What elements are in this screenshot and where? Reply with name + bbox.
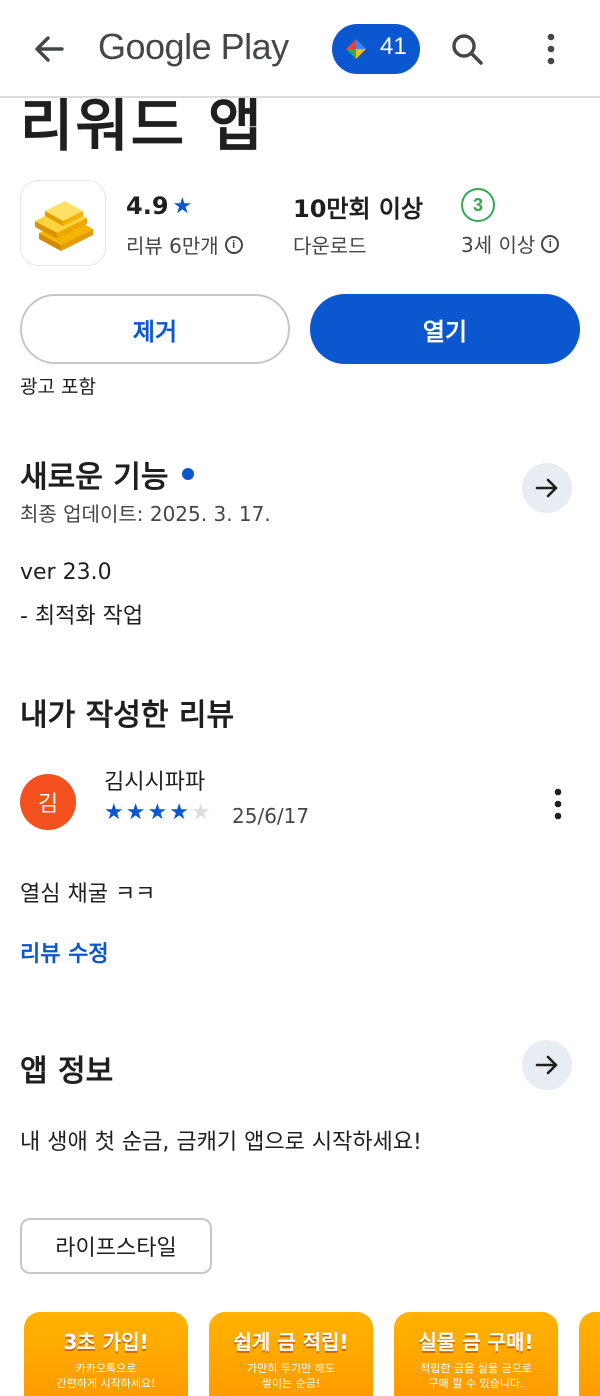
downloads-stat: 10만회 이상 다운로드 — [293, 190, 423, 259]
downloads-label: 다운로드 — [293, 234, 367, 258]
screenshot-card[interactable]: 쉽게 금 적립! 가만히 두기만 해도 쌓이는 순금! — [209, 1312, 373, 1396]
new-indicator-dot — [182, 468, 195, 480]
screenshot-subtitle: 카카오톡으로 간편하게 시작하세요! — [56, 1362, 156, 1390]
screenshot-card[interactable]: 3초 가입! 카카오톡으로 간편하게 시작하세요! — [24, 1312, 188, 1396]
empty-star-icon: ★ — [190, 800, 211, 825]
screenshot-subtitle: 가만히 두기만 해도 쌓이는 순금! — [247, 1362, 335, 1390]
reviewer-name: 김시시파파 — [104, 770, 206, 795]
info-icon[interactable]: i — [541, 234, 560, 253]
screenshot-title: 쉽게 금 적립! — [233, 1330, 349, 1354]
my-review-heading: 내가 작성한 리뷰 — [20, 698, 235, 733]
release-notes: - 최적화 작업 — [20, 604, 144, 629]
app-icon — [20, 180, 106, 266]
store-title: Google Play — [98, 26, 289, 67]
reviews-count: 리뷰 6만개 — [126, 234, 219, 258]
screenshot-subtitle: 적립한 금을 실물 금으로 구매 할 수 있습니다. — [420, 1362, 532, 1390]
age-rating-badge: 3 — [461, 188, 495, 222]
age-rating-stat[interactable]: 3 3세 이상 i — [461, 188, 560, 258]
screenshot-card[interactable]: 실물 금 구매! 적립한 금을 실물 금으로 구매 할 수 있습니다. — [394, 1312, 558, 1396]
play-points-button[interactable]: 41 — [332, 24, 420, 74]
star-icon: ★ — [125, 800, 146, 825]
edit-review-link[interactable]: 리뷰 수정 — [20, 936, 109, 968]
uninstall-button[interactable]: 제거 — [20, 294, 290, 364]
review-date: 25/6/17 — [232, 804, 310, 828]
screenshot-card-partial[interactable] — [579, 1312, 600, 1396]
open-button[interactable]: 열기 — [310, 294, 580, 364]
star-icon: ★ — [147, 800, 168, 825]
search-icon[interactable] — [448, 30, 488, 70]
star-icon: ★ — [104, 800, 124, 825]
age-rating-label: 3세 이상 — [461, 233, 536, 257]
screenshot-title: 3초 가입! — [63, 1330, 149, 1354]
whats-new-title: 새로운 기능 — [20, 460, 169, 495]
rating-value: 4.9 — [126, 192, 169, 220]
play-points-icon — [346, 39, 366, 59]
about-app-arrow-icon[interactable] — [522, 1040, 572, 1090]
whats-new-arrow-icon[interactable] — [522, 463, 572, 513]
contains-ads-note: 광고 포함 — [20, 376, 96, 398]
last-updated: 최종 업데이트: 2025. 3. 17. — [20, 502, 271, 526]
review-star-rating: ★ ★ ★ ★ ★ — [104, 800, 211, 826]
avatar: 김 — [20, 774, 76, 830]
more-options-icon[interactable] — [536, 28, 566, 72]
rating-stat[interactable]: 4.9 ★ 리뷰 6만개 i — [126, 190, 243, 259]
screenshot-title: 실물 금 구매! — [418, 1330, 534, 1354]
review-text: 열심 채굴 ㅋㅋ — [20, 882, 156, 907]
app-description: 내 생애 첫 순금, 금캐기 앱으로 시작하세요! — [20, 1130, 422, 1155]
version-text: ver 23.0 — [20, 560, 112, 585]
star-icon: ★ — [172, 193, 193, 219]
about-app-heading[interactable]: 앱 정보 — [20, 1046, 113, 1090]
review-more-options-icon[interactable] — [544, 784, 572, 824]
downloads-value: 10만회 이상 — [293, 194, 424, 223]
whats-new-heading[interactable]: 새로운 기능 — [20, 452, 195, 496]
play-points-count: 41 — [380, 33, 407, 60]
back-arrow-icon[interactable] — [24, 24, 74, 74]
top-app-bar: Google Play 41 — [0, 0, 600, 98]
star-icon: ★ — [169, 800, 189, 825]
info-icon[interactable]: i — [224, 235, 243, 254]
category-chip[interactable]: 라이프스타일 — [20, 1218, 212, 1274]
